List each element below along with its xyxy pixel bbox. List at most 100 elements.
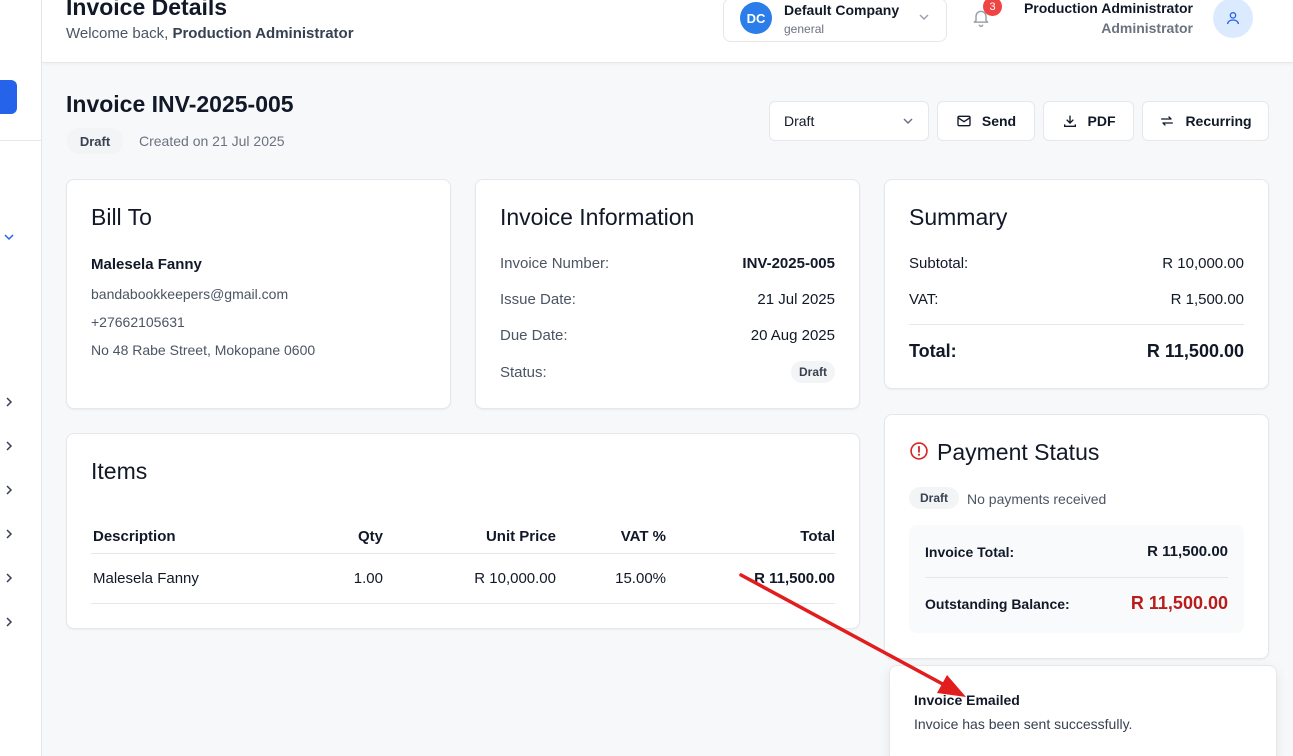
- company-name: Default Company: [784, 2, 900, 18]
- welcome-prefix: Welcome back,: [66, 25, 173, 42]
- column-header: Unit Price: [485, 528, 556, 545]
- column-header: VAT %: [620, 528, 666, 545]
- payment-status-title: Payment Status: [937, 439, 1100, 465]
- client-email: bandabookkeepers@gmail.com: [91, 286, 289, 302]
- payment-note: No payments received: [967, 491, 1107, 507]
- vat-value: R 1,500.00: [1170, 291, 1244, 308]
- sidebar-active-item[interactable]: [0, 80, 17, 114]
- item-unit-price: R 10,000.00: [474, 570, 556, 587]
- chevron-right-icon[interactable]: [3, 440, 15, 452]
- due-date-label: Due Date:: [500, 327, 568, 344]
- items-card: Items Description Qty Unit Price VAT % T…: [66, 433, 860, 629]
- outstanding-label: Outstanding Balance:: [925, 595, 1070, 612]
- total-row: Total: R 11,500.00: [909, 341, 1244, 362]
- status-select-value: Draft: [784, 113, 815, 129]
- item-total: R 11,500.00: [754, 570, 835, 587]
- item-vat: 15.00%: [615, 570, 666, 587]
- welcome-message: Welcome back, Production Administrator: [66, 25, 354, 42]
- sidebar-divider: [0, 140, 41, 141]
- user-icon: [1227, 12, 1239, 25]
- total-label: Total:: [909, 341, 957, 361]
- column-header: Description: [93, 528, 176, 545]
- vat-label: VAT:: [909, 291, 939, 308]
- toast-message: Invoice has been sent successfully.: [914, 716, 1133, 732]
- notification-count-badge: 3: [983, 0, 1002, 16]
- chevron-right-icon[interactable]: [3, 572, 15, 584]
- company-switcher[interactable]: DC Default Company general: [723, 0, 947, 42]
- company-sub: general: [784, 22, 825, 36]
- user-avatar[interactable]: [1213, 0, 1253, 38]
- invoice-title: Invoice INV-2025-005: [66, 91, 294, 117]
- issue-date-label: Issue Date:: [500, 291, 576, 308]
- invoice-total-row: Invoice Total: R 11,500.00: [925, 543, 1228, 560]
- recurring-button[interactable]: Recurring: [1142, 101, 1269, 141]
- repeat-icon: [1161, 116, 1174, 126]
- chevron-right-icon[interactable]: [3, 396, 15, 408]
- payment-status-card: Payment Status Draft No payments receive…: [884, 414, 1269, 659]
- page-title: Invoice Details: [66, 0, 228, 20]
- status-badge: Draft: [67, 128, 123, 154]
- subtotal-row: Subtotal: R 10,000.00: [909, 255, 1244, 272]
- status-select[interactable]: Draft: [769, 101, 929, 141]
- items-title: Items: [91, 458, 148, 484]
- user-role: Administrator: [1101, 20, 1193, 36]
- chevron-down-icon: [903, 118, 913, 125]
- invoice-total-value: R 11,500.00: [1147, 543, 1228, 560]
- send-button[interactable]: Send: [937, 101, 1035, 141]
- client-address: No 48 Rabe Street, Mokopane 0600: [91, 342, 316, 358]
- top-header: Invoice Details Welcome back, Production…: [42, 0, 1293, 63]
- item-description: Malesela Fanny: [93, 570, 199, 587]
- recurring-button-label: Recurring: [1185, 113, 1252, 129]
- send-button-label: Send: [981, 113, 1017, 129]
- chevron-down-icon: [919, 14, 929, 21]
- chevron-right-icon[interactable]: [3, 616, 15, 628]
- client-name: Malesela Fanny: [91, 256, 202, 273]
- column-header: Qty: [357, 528, 383, 545]
- bill-to-title: Bill To: [91, 204, 152, 230]
- chevron-down-icon[interactable]: [3, 231, 15, 243]
- invoice-number-row: Invoice Number: INV-2025-005: [500, 255, 835, 272]
- issue-date-value: 21 Jul 2025: [757, 291, 835, 308]
- pdf-button[interactable]: PDF: [1043, 101, 1134, 141]
- total-value: R 11,500.00: [1146, 341, 1244, 361]
- toast-title: Invoice Emailed: [914, 692, 1020, 708]
- chevron-right-icon[interactable]: [3, 528, 15, 540]
- subtotal-label: Subtotal:: [909, 255, 969, 272]
- invoice-info-title: Invoice Information: [500, 204, 695, 230]
- status-badge: Draft: [791, 361, 835, 383]
- invoice-number-value: INV-2025-005: [742, 255, 835, 272]
- issue-date-row: Issue Date: 21 Jul 2025: [500, 291, 835, 308]
- status-row: Status: Draft: [500, 361, 835, 383]
- client-phone: +27662105631: [91, 314, 185, 330]
- toast-notification[interactable]: Invoice Emailed Invoice has been sent su…: [889, 665, 1277, 756]
- column-header: Total: [800, 528, 835, 545]
- table-row: Malesela Fanny 1.00 R 10,000.00 15.00% R…: [91, 554, 835, 604]
- due-date-row: Due Date: 20 Aug 2025: [500, 327, 835, 344]
- payment-divider: [925, 577, 1228, 578]
- status-label: Status:: [500, 363, 547, 381]
- vat-row: VAT: R 1,500.00: [909, 291, 1244, 308]
- created-date: Created on 21 Jul 2025: [139, 133, 285, 149]
- status-badge: Draft: [909, 487, 959, 509]
- subtotal-value: R 10,000.00: [1162, 255, 1244, 272]
- items-table-header: Description Qty Unit Price VAT % Total: [91, 520, 835, 554]
- invoice-total-label: Invoice Total:: [925, 543, 1015, 560]
- bill-to-card: Bill To Malesela Fanny bandabookkeepers@…: [66, 179, 451, 409]
- outstanding-row: Outstanding Balance: R 11,500.00: [925, 593, 1228, 614]
- alert-circle-icon: [910, 442, 928, 460]
- summary-title: Summary: [909, 204, 1008, 230]
- due-date-value: 20 Aug 2025: [750, 327, 835, 344]
- summary-card: Summary Subtotal: R 10,000.00 VAT: R 1,5…: [884, 179, 1269, 389]
- mail-icon: [957, 115, 971, 127]
- download-icon: [1063, 115, 1076, 127]
- user-name: Production Administrator: [1023, 0, 1193, 16]
- payment-balance-box: Invoice Total: R 11,500.00 Outstanding B…: [909, 525, 1244, 633]
- chevron-right-icon[interactable]: [3, 484, 15, 496]
- summary-divider: [909, 324, 1244, 325]
- outstanding-value: R 11,500.00: [1130, 593, 1228, 613]
- invoice-number-label: Invoice Number:: [500, 255, 610, 272]
- company-avatar: DC: [740, 2, 772, 34]
- invoice-info-card: Invoice Information Invoice Number: INV-…: [475, 179, 860, 409]
- sidebar: [0, 0, 42, 756]
- item-qty: 1.00: [353, 570, 383, 587]
